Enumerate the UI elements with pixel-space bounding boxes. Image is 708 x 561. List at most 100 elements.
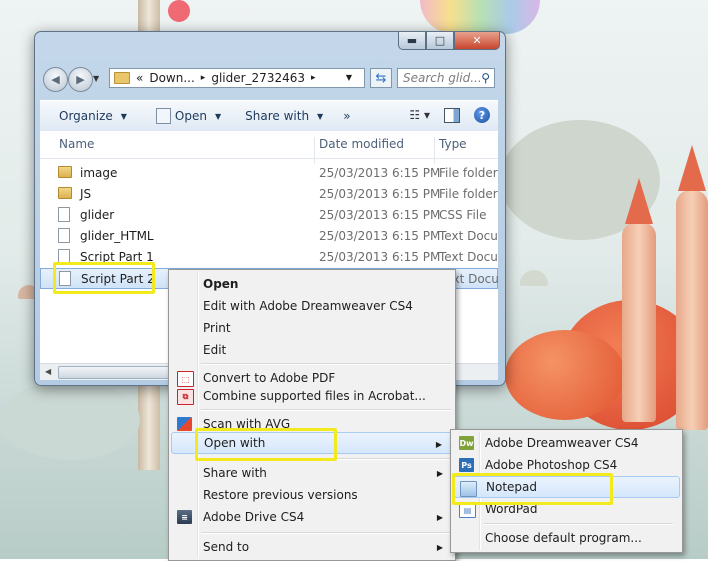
table-row[interactable]: JS 25/03/2013 6:15 PM File folder bbox=[40, 184, 498, 205]
organize-button[interactable]: Organize ▼ bbox=[59, 109, 127, 123]
menu-item-restore-previous-versions[interactable]: Restore previous versions bbox=[171, 484, 453, 506]
wallpaper-tower bbox=[676, 190, 708, 430]
menu-separator bbox=[483, 523, 673, 525]
search-input[interactable]: Search glid... ⚲ bbox=[397, 68, 495, 88]
chevron-down-icon: ▼ bbox=[214, 111, 222, 121]
avg-icon bbox=[177, 417, 192, 431]
file-type: File folder bbox=[439, 166, 498, 180]
file-date: 25/03/2013 6:15 PM bbox=[319, 250, 441, 264]
share-with-label: Share with bbox=[245, 109, 310, 123]
menu-item-share-with[interactable]: Share with ▶ bbox=[171, 462, 453, 484]
menu-item-label: Choose default program... bbox=[485, 531, 642, 545]
file-date: 25/03/2013 6:15 PM bbox=[319, 187, 441, 201]
menu-item-label: Edit with Adobe Dreamweaver CS4 bbox=[203, 299, 413, 313]
submenu-arrow-icon: ▶ bbox=[436, 513, 443, 522]
menu-item-label: Restore previous versions bbox=[203, 488, 358, 502]
menu-separator bbox=[201, 409, 451, 411]
share-with-button[interactable]: Share with ▼ bbox=[245, 109, 323, 123]
address-bar[interactable]: « Down... ▸ glider_2732463 ▸ ▼ bbox=[109, 68, 365, 88]
column-headers: Name Date modified Type bbox=[40, 131, 498, 164]
wallpaper-orange-dome bbox=[505, 330, 625, 420]
folder-icon bbox=[58, 166, 72, 178]
open-document-icon bbox=[155, 108, 171, 124]
menu-item-adobe-dreamweaver[interactable]: Dw Adobe Dreamweaver CS4 bbox=[453, 432, 680, 454]
file-type: File folder bbox=[439, 187, 498, 201]
address-overflow[interactable]: « bbox=[136, 71, 143, 85]
file-icon bbox=[58, 228, 70, 243]
file-icon bbox=[58, 207, 70, 222]
menu-item-edit[interactable]: Edit bbox=[171, 339, 453, 361]
command-bar: Organize ▼ Open ▼ Share with ▼ » ☷ ▾ ? bbox=[40, 100, 498, 132]
menu-item-label: Print bbox=[203, 321, 231, 335]
column-divider[interactable] bbox=[314, 137, 315, 164]
photoshop-icon: Ps bbox=[459, 458, 474, 472]
view-options-icon[interactable]: ☷ ▾ bbox=[409, 108, 430, 122]
scroll-left-icon[interactable]: ◀ bbox=[45, 367, 51, 376]
highlight-selected-file bbox=[53, 262, 155, 294]
refresh-button[interactable]: ⇆ bbox=[370, 68, 392, 88]
more-commands-button[interactable]: » bbox=[343, 109, 350, 123]
file-name: image bbox=[80, 166, 118, 180]
back-arrow-icon: ◀ bbox=[51, 73, 60, 86]
preview-pane-icon[interactable] bbox=[444, 107, 460, 123]
file-type: Text Document bbox=[439, 229, 498, 243]
menu-item-label: Convert to Adobe PDF bbox=[203, 371, 336, 385]
forward-button[interactable]: ▶ bbox=[68, 67, 93, 92]
table-row[interactable]: image 25/03/2013 6:15 PM File folder bbox=[40, 163, 498, 184]
address-dropdown-icon[interactable]: ▼ bbox=[346, 73, 352, 82]
menu-item-label: Share with bbox=[203, 466, 267, 480]
dreamweaver-icon: Dw bbox=[459, 436, 474, 450]
column-divider[interactable] bbox=[434, 137, 435, 164]
menu-item-label: Adobe Photoshop CS4 bbox=[485, 458, 618, 472]
menu-item-send-to[interactable]: Send to ▶ bbox=[171, 536, 453, 558]
column-header-name[interactable]: Name bbox=[59, 137, 94, 151]
maximize-button[interactable]: □ bbox=[426, 32, 454, 50]
file-name: glider bbox=[80, 208, 115, 222]
refresh-icon: ⇆ bbox=[375, 70, 387, 86]
toolbar-right-group: ☷ ▾ ? bbox=[409, 107, 490, 123]
breadcrumb-downloads[interactable]: Down... bbox=[149, 71, 194, 85]
search-placeholder: Search glid... bbox=[403, 71, 482, 85]
menu-item-choose-default-program[interactable]: Choose default program... bbox=[453, 527, 680, 549]
menu-item-adobe-drive[interactable]: ≡ Adobe Drive CS4 ▶ bbox=[171, 506, 453, 528]
breadcrumb-glider-folder[interactable]: glider_2732463 bbox=[211, 71, 305, 85]
wallpaper-tower-roof bbox=[625, 178, 653, 224]
breadcrumb-separator-icon[interactable]: ▸ bbox=[311, 73, 316, 83]
navigation-bar: ◀ ▶ ▼ « Down... ▸ glider_2732463 ▸ ▼ ⇆ S… bbox=[43, 66, 495, 92]
close-button[interactable]: ✕ bbox=[454, 32, 500, 50]
file-date: 25/03/2013 6:15 PM bbox=[319, 229, 441, 243]
table-row[interactable]: glider_HTML 25/03/2013 6:15 PM Text Docu… bbox=[40, 226, 498, 247]
menu-item-label: Open bbox=[203, 277, 239, 291]
menu-item-print[interactable]: Print bbox=[171, 317, 453, 339]
window-controls: ▬ □ ✕ bbox=[398, 32, 500, 50]
file-name: glider_HTML bbox=[80, 229, 154, 243]
wallpaper-heart-ornament bbox=[168, 0, 190, 22]
file-type: Text Document bbox=[439, 250, 498, 264]
breadcrumb-separator-icon[interactable]: ▸ bbox=[201, 73, 206, 83]
adobe-drive-icon: ≡ bbox=[177, 510, 192, 524]
scrollbar-thumb[interactable] bbox=[58, 366, 180, 379]
minimize-button[interactable]: ▬ bbox=[398, 32, 426, 50]
open-button[interactable]: Open ▼ bbox=[155, 108, 222, 124]
column-header-type[interactable]: Type bbox=[439, 137, 467, 151]
chevron-down-icon: ▼ bbox=[317, 111, 324, 121]
wallpaper-mushroom bbox=[520, 270, 548, 286]
menu-separator bbox=[201, 532, 451, 534]
menu-item-label: Adobe Dreamweaver CS4 bbox=[485, 436, 639, 450]
highlight-open-with bbox=[195, 428, 337, 461]
menu-item-label: Send to bbox=[203, 540, 250, 554]
menu-item-edit-with-dreamweaver[interactable]: Edit with Adobe Dreamweaver CS4 bbox=[171, 295, 453, 317]
menu-item-open[interactable]: Open bbox=[171, 273, 453, 295]
menu-item-combine-in-acrobat[interactable]: ⧉ Combine supported files in Acrobat... bbox=[171, 385, 453, 407]
column-header-date[interactable]: Date modified bbox=[319, 137, 404, 151]
chevron-down-icon: ▼ bbox=[120, 111, 127, 121]
back-button[interactable]: ◀ bbox=[43, 67, 68, 92]
recent-pages-dropdown[interactable]: ▼ bbox=[93, 74, 99, 83]
submenu-arrow-icon: ▶ bbox=[436, 543, 443, 552]
table-row[interactable]: glider 25/03/2013 6:15 PM CSS File bbox=[40, 205, 498, 226]
open-label: Open bbox=[174, 109, 207, 123]
wallpaper-ground bbox=[0, 380, 140, 460]
search-icon[interactable]: ⚲ bbox=[481, 71, 490, 85]
menu-item-label: Adobe Drive CS4 bbox=[203, 510, 305, 524]
help-icon[interactable]: ? bbox=[474, 107, 490, 123]
